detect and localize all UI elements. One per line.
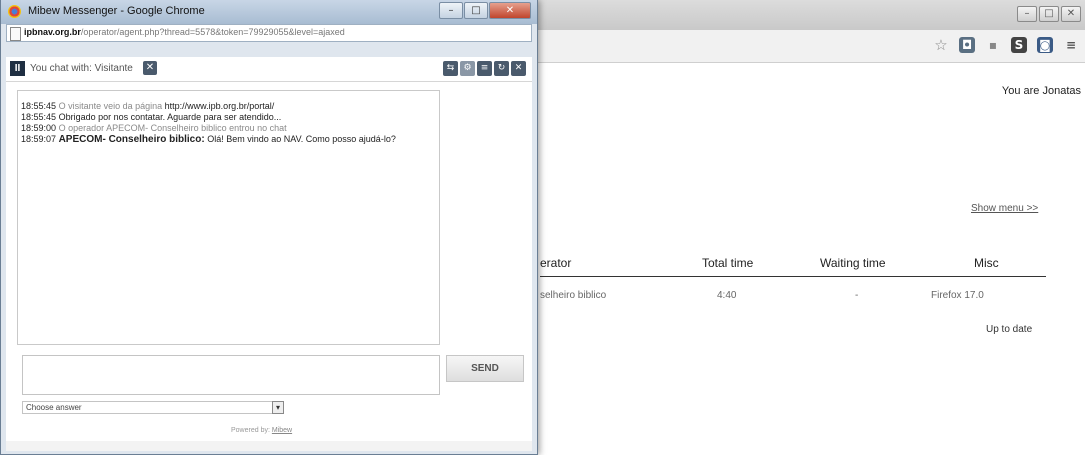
choose-answer-value: Choose answer: [26, 403, 82, 412]
message-text: O operador APECOM- Conselheiro biblico e…: [58, 123, 287, 133]
address-domain: ipbnav.org.br: [24, 27, 81, 37]
message-time: 18:55:45: [21, 101, 57, 111]
page-icon: [10, 27, 21, 41]
redirect-icon[interactable]: ⇆: [443, 61, 458, 76]
powered-by-label: Powered by:: [231, 427, 270, 434]
popup-window-title: Mibew Messenger - Google Chrome: [28, 5, 205, 17]
chevron-down-icon[interactable]: ▾: [272, 401, 284, 414]
column-header-waiting-time: Waiting time: [820, 256, 886, 270]
message-time: 18:59:00: [21, 123, 57, 133]
message-text: O visitante veio da página: [58, 101, 163, 111]
minimize-button[interactable]: –: [439, 2, 463, 19]
chat-message: 18:55:45 Obrigado por nos contatar. Agua…: [21, 112, 436, 123]
settings-icon[interactable]: ⚙: [460, 61, 475, 76]
chat-message: 18:55:45 O visitante veio da página http…: [21, 101, 436, 112]
chat-message: 18:59:07 APECOM- Conselheiro biblico: Ol…: [21, 134, 436, 145]
message-author: APECOM- Conselheiro biblico: [58, 134, 202, 145]
chat-toolbar: ⇆ ⚙ ≡ ↻ ✕: [443, 61, 526, 76]
show-menu-link[interactable]: Show menu >>: [971, 203, 1038, 214]
refresh-icon[interactable]: ↻: [494, 61, 509, 76]
extension-icon[interactable]: ◘: [959, 37, 975, 53]
column-header-total-time: Total time: [702, 256, 754, 270]
extension-icon[interactable]: ◙: [1037, 37, 1053, 53]
powered-by-link[interactable]: Mibew: [272, 427, 292, 434]
history-icon[interactable]: ≡: [477, 61, 492, 76]
message-link[interactable]: http://www.ipb.org.br/portal/: [165, 101, 275, 111]
table-cell-waiting-time: -: [855, 290, 859, 301]
popup-titlebar: Mibew Messenger - Google Chrome – □ ✕: [1, 0, 537, 24]
maximize-button[interactable]: □: [1039, 6, 1059, 22]
popup-bottom-strip: [6, 441, 532, 451]
column-header-misc: Misc: [974, 256, 999, 270]
chrome-menu-icon[interactable]: ≡: [1063, 37, 1079, 53]
message-time: 18:59:07: [21, 134, 57, 144]
skype-icon[interactable]: S: [1011, 37, 1027, 53]
chat-message: 18:59:00 O operador APECOM- Conselheiro …: [21, 123, 436, 134]
maximize-button[interactable]: □: [464, 2, 488, 19]
signal-icon: ▪: [988, 38, 998, 52]
message-input[interactable]: [22, 355, 440, 395]
address-url: ipbnav.org.br/operator/agent.php?thread=…: [24, 27, 345, 37]
address-bar[interactable]: ipbnav.org.br/operator/agent.php?thread=…: [6, 24, 532, 42]
table-cell-total-time: 4:40: [717, 290, 737, 301]
chat-header: II You chat with: Visitante ✕ ⇆ ⚙ ≡ ↻ ✕: [6, 57, 532, 82]
close-icon[interactable]: ✕: [511, 61, 526, 76]
powered-by: Powered by: Mibew: [231, 427, 292, 434]
author-separator: :: [201, 134, 205, 145]
chat-popup-window: Mibew Messenger - Google Chrome – □ ✕ ip…: [0, 0, 538, 455]
background-window-controls: – □ ✕: [1017, 6, 1081, 22]
bookmark-star-icon[interactable]: ☆: [933, 37, 949, 53]
close-button[interactable]: ✕: [489, 2, 531, 19]
status-text: Up to date: [986, 324, 1033, 335]
close-button[interactable]: ✕: [1061, 6, 1081, 22]
close-chat-icon[interactable]: ✕: [143, 61, 157, 75]
table-cell-misc: Firefox 17.0: [931, 290, 984, 301]
choose-answer-select[interactable]: Choose answer ▾: [22, 401, 284, 414]
column-header-operator: erator: [540, 256, 572, 270]
message-text: Obrigado por nos contatar. Aguarde para …: [58, 112, 282, 122]
table-divider: [540, 276, 1046, 277]
chrome-icon: [8, 5, 21, 18]
chat-with-title: You chat with: Visitante: [30, 63, 133, 74]
message-time: 18:55:45: [21, 112, 57, 122]
address-path: /operator/agent.php?thread=5578&token=79…: [80, 27, 345, 37]
popup-window-controls: – □ ✕: [439, 2, 531, 19]
minimize-button[interactable]: –: [1017, 6, 1037, 22]
message-text: Olá! Bem vindo ao NAV. Como posso ajudá-…: [207, 134, 396, 144]
user-label: You are Jonatas: [1001, 85, 1081, 97]
extension-icons: ☆ ◘ ▪ S ◙ ≡: [933, 37, 1079, 53]
mibew-logo-icon: II: [10, 61, 25, 76]
table-cell-operator: selheiro biblico: [540, 290, 607, 301]
message-log: 18:55:45 O visitante veio da página http…: [17, 90, 440, 345]
send-button[interactable]: SEND: [446, 355, 524, 382]
